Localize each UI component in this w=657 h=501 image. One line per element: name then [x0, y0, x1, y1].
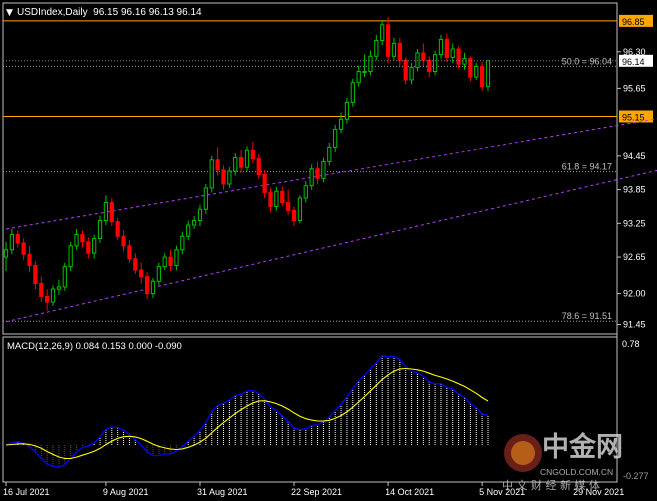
- date-tick-0: 16 Jul 2021: [3, 487, 50, 497]
- price-axis: 96.30 95.65 94.45 93.85 93.25 92.65 92.00 91.45: [617, 47, 646, 330]
- price-tick-2: 95.65: [623, 83, 646, 93]
- candle-82: [485, 60, 491, 92]
- candle-50: [297, 195, 303, 224]
- price-tick-8: 92.00: [623, 289, 646, 299]
- macd-axis-min: -0.277: [623, 471, 649, 481]
- watermark-brand: 中金网: [542, 431, 623, 463]
- fib-label-0: 50.0 = 96.04: [562, 56, 612, 66]
- date-tick-4: 14 Oct 2021: [385, 487, 434, 497]
- candle-59: [350, 78, 355, 107]
- macd-axis-max: 0.78: [622, 339, 640, 349]
- price-tick-4: 94.45: [623, 151, 646, 161]
- watermark-tagline: 中 文 财 经 新 媒 体: [502, 478, 600, 492]
- candle-41: [244, 146, 250, 172]
- candle-73: [432, 50, 438, 76]
- chart-header: USDIndex,Daily 96.15 96.16 96.13 96.14: [17, 7, 202, 18]
- fib-label-2: 78.6 = 91.51: [562, 311, 612, 321]
- candle-68: [403, 57, 408, 85]
- watermark-logo: 中金网 CNGOLD.COM.CN 中 文 财 经 新 媒 体: [502, 431, 623, 492]
- candle-54: [321, 157, 326, 183]
- candle-79: [468, 56, 473, 82]
- price-tick-7: 92.65: [623, 252, 646, 262]
- chart: 96.85 95.15 50.0 = 96.04 61.8 = 94.17 78.6 …: [2, 2, 657, 497]
- macd-label: MACD(12,26,9) 0.084 0.153 0.000 -0.090: [7, 341, 182, 352]
- price-tick-5: 93.85: [623, 185, 646, 195]
- candle-18: [109, 198, 114, 227]
- level-label-0: 96.85: [622, 17, 645, 27]
- date-tick-1: 9 Aug 2021: [103, 487, 149, 497]
- candle-81: [480, 61, 485, 92]
- candle-34: [203, 183, 208, 214]
- candle-16: [97, 216, 103, 244]
- date-tick-2: 31 Aug 2021: [197, 487, 248, 497]
- last-price-label: 96.14: [622, 57, 645, 67]
- candle-11: [68, 241, 73, 272]
- watermark-domain: CNGOLD.COM.CN: [540, 467, 613, 477]
- candle-35: [209, 155, 214, 193]
- fib-label-1: 61.8 = 94.17: [562, 162, 612, 172]
- price-tick-1: 96.30: [623, 47, 646, 57]
- chart-header-arrow[interactable]: ▼: [6, 8, 13, 18]
- price-tick-6: 93.25: [623, 218, 646, 228]
- level-label-1: 95.15: [622, 112, 645, 122]
- date-tick-3: 22 Sep 2021: [291, 487, 342, 497]
- price-tick-9: 91.45: [623, 320, 646, 330]
- candle-10: [62, 262, 67, 291]
- candle-56: [333, 124, 338, 152]
